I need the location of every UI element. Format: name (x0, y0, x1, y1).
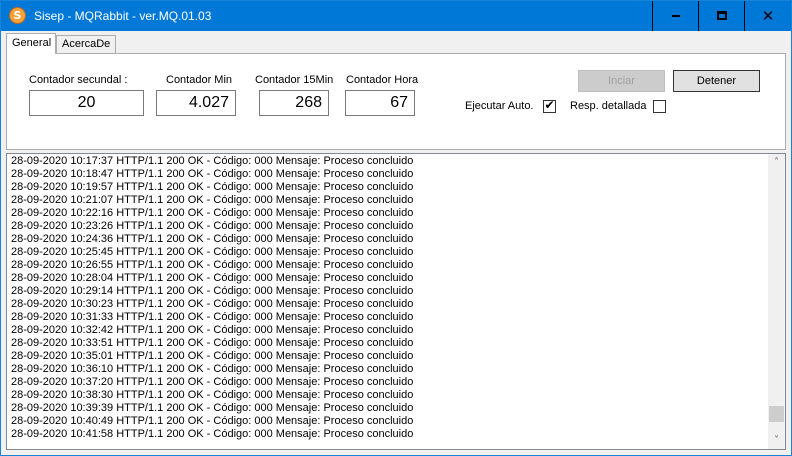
counter-segundal-field[interactable]: 20 (29, 90, 144, 116)
minimize-button[interactable] (652, 1, 698, 31)
detener-button[interactable]: Detener (673, 70, 760, 92)
app-window: S Sisep - MQRabbit - ver.MQ.01.03 ✕ Gene… (0, 0, 792, 456)
counter-15min-label: Contador 15Min (255, 74, 334, 86)
log-line: 28-09-2020 10:29:14 HTTP/1.1 200 OK - Có… (11, 285, 414, 297)
log-line: 28-09-2020 10:23:26 HTTP/1.1 200 OK - Có… (11, 220, 414, 232)
counter-hora-label: Contador Hora (346, 74, 419, 86)
log-line: 28-09-2020 10:24:36 HTTP/1.1 200 OK - Có… (11, 233, 414, 245)
log-line: 28-09-2020 10:39:39 HTTP/1.1 200 OK - Có… (11, 402, 414, 414)
counter-15min-field[interactable]: 268 (259, 90, 329, 116)
log-line: 28-09-2020 10:37:20 HTTP/1.1 200 OK - Có… (11, 376, 414, 388)
ejecutar-auto-checkbox[interactable]: ✔ (543, 98, 556, 113)
maximize-icon (717, 11, 727, 20)
log-line: 28-09-2020 10:38:30 HTTP/1.1 200 OK - Có… (11, 389, 414, 401)
counter-min-label: Contador Min (166, 74, 233, 86)
log-line: 28-09-2020 10:31:33 HTTP/1.1 200 OK - Có… (11, 311, 414, 323)
app-logo-letter: S (13, 9, 22, 22)
log-line: 28-09-2020 10:41:58 HTTP/1.1 200 OK - Có… (11, 428, 414, 440)
scroll-up-icon[interactable]: ˄ (768, 154, 785, 171)
ejecutar-auto-label: Ejecutar Auto. (465, 100, 534, 112)
close-icon: ✕ (761, 7, 775, 25)
counter-segundal-label: Contador secundal : (29, 74, 128, 86)
log-line: 28-09-2020 10:18:47 HTTP/1.1 200 OK - Có… (11, 168, 414, 180)
log-line: 28-09-2020 10:33:51 HTTP/1.1 200 OK - Có… (11, 337, 414, 349)
scroll-down-icon[interactable]: ˅ (768, 432, 785, 449)
counter-min-field[interactable]: 4.027 (156, 90, 236, 116)
maximize-button[interactable] (698, 1, 744, 31)
log-line: 28-09-2020 10:26:55 HTTP/1.1 200 OK - Có… (11, 259, 414, 271)
log-line: 28-09-2020 10:32:42 HTTP/1.1 200 OK - Có… (11, 324, 414, 336)
tab-acercade[interactable]: AcercaDe (56, 35, 116, 54)
close-button[interactable]: ✕ (744, 1, 791, 31)
log-line: 28-09-2020 10:21:07 HTTP/1.1 200 OK - Có… (11, 194, 414, 206)
resp-detallada-checkbox[interactable] (653, 100, 666, 113)
iniciar-button[interactable]: Inciar (578, 70, 665, 92)
counter-hora-field[interactable]: 67 (345, 90, 415, 116)
window-title: Sisep - MQRabbit - ver.MQ.01.03 (34, 9, 212, 23)
log-line: 28-09-2020 10:36:10 HTTP/1.1 200 OK - Có… (11, 363, 414, 375)
minimize-icon (672, 15, 680, 17)
title-bar[interactable]: S Sisep - MQRabbit - ver.MQ.01.03 ✕ (1, 1, 791, 31)
log-line: 28-09-2020 10:25:45 HTTP/1.1 200 OK - Có… (11, 246, 414, 258)
log-line: 28-09-2020 10:17:37 HTTP/1.1 200 OK - Có… (11, 155, 414, 167)
app-logo-icon[interactable]: S (9, 7, 26, 24)
log-scrollbar[interactable]: ˄ ˅ (768, 154, 785, 449)
log-line: 28-09-2020 10:22:16 HTTP/1.1 200 OK - Có… (11, 207, 414, 219)
log-line: 28-09-2020 10:19:57 HTTP/1.1 200 OK - Có… (11, 181, 414, 193)
checkmark-icon: ✔ (544, 98, 555, 112)
log-line: 28-09-2020 10:28:04 HTTP/1.1 200 OK - Có… (11, 272, 414, 284)
log-lines: 28-09-2020 10:17:37 HTTP/1.1 200 OK - Có… (11, 155, 766, 441)
log-line: 28-09-2020 10:40:49 HTTP/1.1 200 OK - Có… (11, 415, 414, 427)
tab-general[interactable]: General (6, 33, 56, 54)
general-panel: Contador secundal : 20 Contador Min 4.02… (6, 53, 786, 150)
log-line: 28-09-2020 10:35:01 HTTP/1.1 200 OK - Có… (11, 350, 414, 362)
resp-detallada-label: Resp. detallada (570, 100, 647, 112)
log-list[interactable]: 28-09-2020 10:17:37 HTTP/1.1 200 OK - Có… (6, 153, 786, 450)
scroll-thumb[interactable] (769, 406, 784, 422)
log-line: 28-09-2020 10:30:23 HTTP/1.1 200 OK - Có… (11, 298, 414, 310)
